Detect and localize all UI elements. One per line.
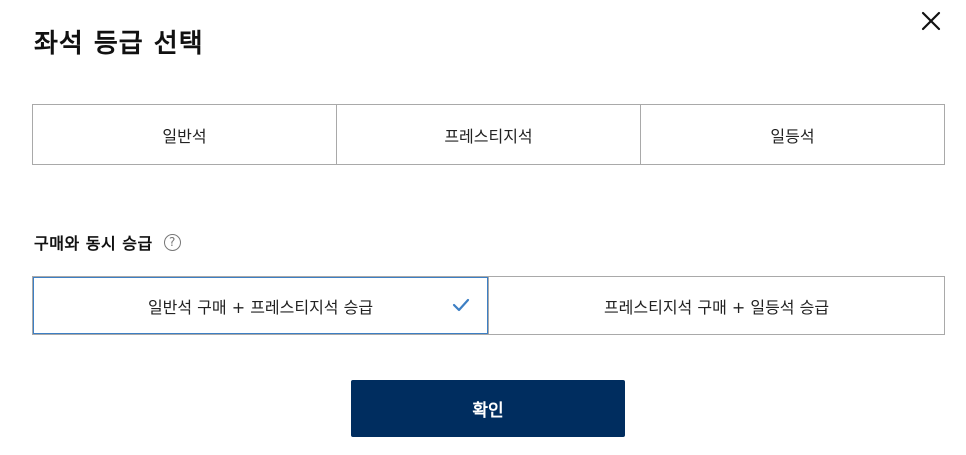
close-button[interactable]: [916, 6, 946, 36]
seat-class-first[interactable]: 일등석: [640, 105, 944, 164]
upgrade-option-economy-to-prestige[interactable]: 일반석 구매 + 프레스티지석 승급: [33, 277, 488, 334]
upgrade-options: 일반석 구매 + 프레스티지석 승급 프레스티지석 구매 + 일등석 승급: [32, 276, 945, 335]
close-icon: [921, 11, 941, 31]
confirm-button[interactable]: 확인: [351, 380, 625, 437]
question-circle-icon[interactable]: ?: [163, 233, 181, 251]
upgrade-heading: 구매와 동시 승급 ?: [34, 230, 181, 254]
upgrade-option-prestige-to-first[interactable]: 프레스티지석 구매 + 일등석 승급: [488, 277, 944, 334]
upgrade-option-label: 일반석 구매 + 프레스티지석 승급: [147, 297, 374, 317]
upgrade-heading-label: 구매와 동시 승급: [34, 234, 153, 253]
dialog-title: 좌석 등급 선택: [34, 29, 204, 59]
upgrade-option-label: 프레스티지석 구매 + 일등석 승급: [603, 297, 830, 317]
seat-class-selector: 일반석 프레스티지석 일등석: [32, 104, 945, 165]
checkmark-icon: [452, 298, 470, 312]
seat-class-economy[interactable]: 일반석: [33, 105, 336, 164]
seat-class-prestige[interactable]: 프레스티지석: [336, 105, 640, 164]
